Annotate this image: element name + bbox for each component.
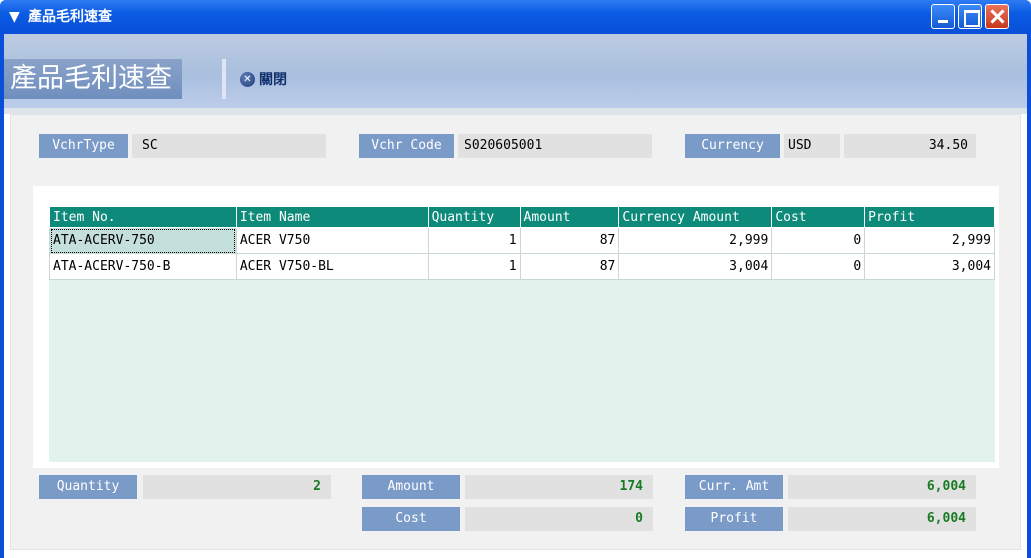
items-grid: Item No. Item Name Quantity Amount Curre…: [33, 186, 999, 468]
cell-cost[interactable]: 0: [771, 253, 866, 280]
close-window-button[interactable]: [985, 4, 1009, 29]
close-circle-icon: ✕: [240, 71, 255, 87]
amount-total: 174: [465, 475, 653, 499]
profit-label: Profit: [685, 507, 783, 531]
cell-currency-amount[interactable]: 2,999: [618, 227, 773, 254]
title-bar[interactable]: ▼ 產品毛利速查: [0, 0, 1031, 34]
col-header-amount[interactable]: Amount: [519, 206, 620, 228]
grid-body: Item No. Item Name Quantity Amount Curre…: [49, 206, 995, 462]
col-header-item-name[interactable]: Item Name: [235, 206, 429, 228]
client-area: 產品毛利速查 ✕ 關閉 VchrType SC Vchr Code S02060…: [4, 34, 1027, 558]
table-row[interactable]: ATA-ACERV-750-B ACER V750-BL 1 87 3,004 …: [49, 253, 995, 280]
cost-label: Cost: [362, 507, 460, 531]
vchr-code-label: Vchr Code: [359, 134, 454, 158]
cell-cost[interactable]: 0: [771, 227, 866, 254]
main-panel: VchrType SC Vchr Code S020605001 Currenc…: [10, 114, 1021, 550]
title-separator: [222, 59, 226, 99]
col-header-profit[interactable]: Profit: [864, 206, 995, 228]
cell-currency-amount[interactable]: 3,004: [618, 253, 773, 280]
curr-amt-label: Curr. Amt: [685, 475, 783, 499]
col-header-quantity[interactable]: Quantity: [427, 206, 521, 228]
cell-amount[interactable]: 87: [519, 253, 620, 280]
vchr-type-field[interactable]: SC: [132, 134, 326, 158]
cell-item-name[interactable]: ACER V750: [235, 227, 429, 254]
curr-amt-total: 6,004: [788, 475, 976, 499]
table-row[interactable]: ATA-ACERV-750 ACER V750 1 87 2,999 0 2,9…: [49, 227, 995, 254]
cell-quantity[interactable]: 1: [427, 227, 521, 254]
cell-quantity[interactable]: 1: [427, 253, 521, 280]
vchr-type-label: VchrType: [39, 134, 128, 158]
cell-profit[interactable]: 3,004: [864, 253, 995, 280]
app-window: ▼ 產品毛利速查 產品毛利速查 ✕ 關閉 VchrType SC Vchr Co…: [0, 0, 1031, 558]
currency-field[interactable]: USD: [784, 134, 840, 158]
profit-total: 6,004: [788, 507, 976, 531]
currency-rate-field[interactable]: 34.50: [844, 134, 976, 158]
quantity-label: Quantity: [39, 475, 137, 499]
currency-label: Currency: [685, 134, 780, 158]
page-title: 產品毛利速查: [4, 59, 182, 99]
items-table: Item No. Item Name Quantity Amount Curre…: [49, 206, 995, 280]
amount-label: Amount: [362, 475, 460, 499]
col-header-cost[interactable]: Cost: [771, 206, 866, 228]
app-icon: ▼: [9, 9, 20, 25]
header-band: 產品毛利速查 ✕ 關閉: [4, 34, 1027, 108]
quantity-total: 2: [143, 475, 331, 499]
cell-amount[interactable]: 87: [519, 227, 620, 254]
minimize-button[interactable]: [931, 4, 955, 29]
cost-total: 0: [465, 507, 653, 531]
col-header-currency-amount[interactable]: Currency Amount: [618, 206, 773, 228]
cell-item-no[interactable]: ATA-ACERV-750: [49, 227, 237, 254]
cell-item-name[interactable]: ACER V750-BL: [235, 253, 429, 280]
maximize-button[interactable]: [958, 4, 982, 29]
cell-item-no[interactable]: ATA-ACERV-750-B: [49, 253, 237, 280]
col-header-item-no[interactable]: Item No.: [49, 206, 237, 228]
close-button-label: 關閉: [259, 72, 287, 88]
close-button[interactable]: ✕ 關閉: [240, 70, 287, 88]
vchr-code-field[interactable]: S020605001: [458, 134, 652, 158]
cell-profit[interactable]: 2,999: [864, 227, 995, 254]
grid-header-row: Item No. Item Name Quantity Amount Curre…: [49, 206, 995, 228]
window-title: 產品毛利速查: [28, 9, 112, 25]
